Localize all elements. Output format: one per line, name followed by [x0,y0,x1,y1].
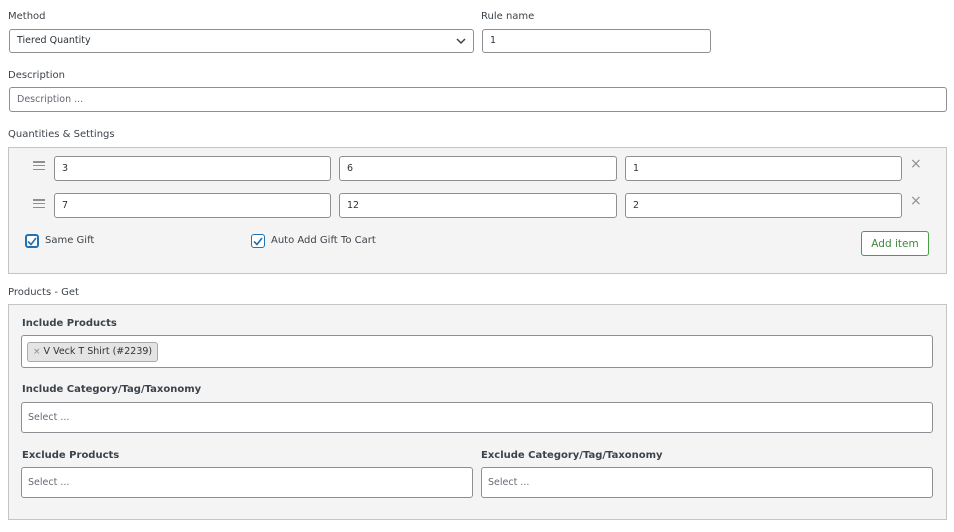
include-category-placeholder: Select ... [28,411,70,423]
checkmark-icon [253,237,263,246]
tier-1-gift-qty-input[interactable]: 1 [625,156,902,181]
tier-1-from-input[interactable]: 3 [54,156,331,181]
auto-add-gift-label: Auto Add Gift To Cart [271,235,376,246]
exclude-products-placeholder: Select ... [28,476,70,488]
auto-add-gift-checkbox[interactable] [251,234,265,248]
exclude-category-placeholder: Select ... [488,476,530,488]
drag-handle-icon[interactable] [33,161,45,170]
quantities-section-label: Quantities & Settings [8,129,115,140]
rule-name-input[interactable]: 1 [482,29,711,53]
drag-handle-icon[interactable] [33,199,45,208]
tier-2-to-input[interactable]: 12 [339,193,617,218]
tier-1-to-value: 6 [347,162,354,174]
description-placeholder: Description ... [17,93,84,105]
close-icon[interactable]: × [910,194,922,208]
description-label: Description [8,70,65,81]
method-label: Method [8,11,46,22]
rule-name-label: Rule name [481,11,535,22]
add-item-button[interactable]: Add item [861,231,929,256]
tier-2-to-value: 12 [347,199,360,211]
exclude-category-label: Exclude Category/Tag/Taxonomy [481,450,663,461]
product-tag[interactable]: × V Veck T Shirt (#2239) [27,342,159,362]
tier-2-gift-qty-value: 2 [633,199,640,211]
description-input[interactable]: Description ... [9,87,947,112]
include-products-label: Include Products [22,318,117,329]
close-icon[interactable]: × [910,157,922,171]
include-category-select[interactable]: Select ... [21,402,933,433]
include-category-label: Include Category/Tag/Taxonomy [22,384,202,395]
method-select-value: Tiered Quantity [17,35,91,47]
same-gift-label: Same Gift [45,235,95,246]
tier-1-from-value: 3 [62,162,69,174]
tier-2-gift-qty-input[interactable]: 2 [625,193,902,218]
same-gift-checkbox[interactable] [25,234,39,248]
exclude-products-label: Exclude Products [22,450,120,461]
exclude-products-select[interactable]: Select ... [21,467,473,498]
checkmark-icon [27,237,37,246]
method-select[interactable]: Tiered Quantity [9,29,474,53]
tag-remove-icon[interactable]: × [33,347,41,357]
include-products-select[interactable]: × V Veck T Shirt (#2239) [21,335,933,368]
tier-1-gift-qty-value: 1 [633,162,640,174]
chevron-down-icon [456,38,466,45]
products-get-section-label: Products - Get [8,287,79,298]
tier-1-to-input[interactable]: 6 [339,156,617,181]
product-tag-label: V Veck T Shirt (#2239) [43,346,153,358]
tier-2-from-input[interactable]: 7 [54,193,331,218]
tier-2-from-value: 7 [62,199,69,211]
exclude-category-select[interactable]: Select ... [481,467,933,498]
rule-name-value: 1 [490,35,497,47]
